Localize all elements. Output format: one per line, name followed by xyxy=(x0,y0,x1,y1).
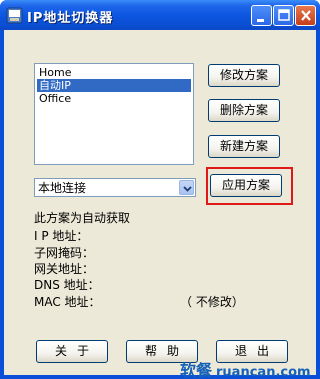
dropdown-button[interactable] xyxy=(179,180,194,195)
about-button[interactable]: 关于 xyxy=(36,340,108,363)
scheme-mode-text: 此方案为自动获取 xyxy=(34,211,131,225)
close-icon xyxy=(301,10,311,21)
gateway-label: 网关地址： xyxy=(34,262,95,276)
edit-scheme-button[interactable]: 修改方案 xyxy=(208,64,280,87)
minimize-icon xyxy=(257,19,264,22)
chevron-down-icon xyxy=(183,186,192,192)
ip-address-label: I P 地址： xyxy=(34,229,89,243)
watermark-url: ruancan.com xyxy=(216,365,311,379)
watermark-cn: 软餐 xyxy=(180,361,213,379)
app-window: IP地址切换器 Home 自动IP Office 修改方案 删除方案 新建方案 … xyxy=(0,0,320,379)
site-watermark: 软餐 ruancan.com xyxy=(180,357,320,379)
connection-select[interactable]: 本地连接 xyxy=(34,178,196,197)
title-bar[interactable]: IP地址切换器 xyxy=(0,0,320,30)
list-item-selected[interactable]: 自动IP xyxy=(37,79,191,92)
scheme-list[interactable]: Home 自动IP Office xyxy=(34,63,194,165)
maximize-button[interactable] xyxy=(273,5,294,26)
close-button[interactable] xyxy=(295,5,316,26)
app-icon xyxy=(6,7,23,24)
dns-label: DNS 地址： xyxy=(34,278,100,292)
maximize-icon xyxy=(278,9,290,21)
list-item[interactable]: Home xyxy=(37,66,191,79)
mac-label: MAC 地址： xyxy=(34,295,101,309)
window-title: IP地址切换器 xyxy=(27,11,114,26)
new-scheme-button[interactable]: 新建方案 xyxy=(208,135,280,158)
delete-scheme-button[interactable]: 删除方案 xyxy=(208,99,280,122)
apply-scheme-button[interactable]: 应用方案 xyxy=(210,174,282,197)
connection-select-value: 本地连接 xyxy=(38,181,87,195)
subnet-mask-label: 子网掩码： xyxy=(34,246,95,260)
list-item[interactable]: Office xyxy=(37,92,191,105)
client-area: Home 自动IP Office 修改方案 删除方案 新建方案 本地连接 应用方… xyxy=(4,30,316,375)
minimize-button[interactable] xyxy=(251,5,272,26)
mac-value: （ 不修改） xyxy=(180,295,244,309)
